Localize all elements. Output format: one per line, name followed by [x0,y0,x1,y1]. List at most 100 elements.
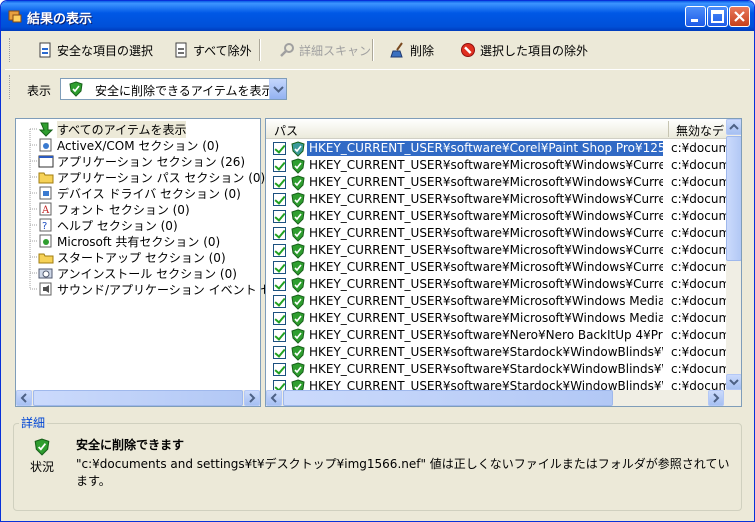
tree-item[interactable]: デバイス ドライバ セクション (0) [38,185,241,201]
row-checkbox[interactable] [273,363,286,376]
detail-scan-label: 詳細スキャン [299,43,372,58]
row-checkbox[interactable] [273,142,286,155]
tree-item-label: アンインストール セクション (0) [57,266,237,281]
maximize-icon [711,10,724,23]
column-divider[interactable] [668,121,669,137]
section-tree[interactable]: すべてのアイテムを表示 ActiveX/COM セクション (0) アプリケーション… [15,118,320,407]
shield-check-icon [34,438,50,456]
scroll-thumb[interactable] [726,136,741,261]
table-row[interactable]: HKEY_CURRENT_USER¥software¥Microsoft¥Win… [266,276,726,293]
row-checkbox[interactable] [273,329,286,342]
deselect-all-button[interactable]: すべて除外 [173,39,252,61]
tree-connector-lines [29,128,38,290]
shield-check-icon [291,311,305,327]
table-row[interactable]: HKEY_CURRENT_USER¥software¥Microsoft¥Win… [266,259,726,276]
maximize-button[interactable] [707,6,728,27]
table-row[interactable]: HKEY_CURRENT_USER¥software¥Microsoft¥Win… [266,174,726,191]
exclude-selected-label: 選択した項目の除外 [480,43,589,58]
row-checkbox[interactable] [273,346,286,359]
details-message: "c:¥documents and settings¥t¥デスクトップ¥img1… [76,457,730,488]
no-entry-icon [461,43,475,57]
table-row[interactable]: HKEY_CURRENT_USER¥software¥Microsoft¥Win… [266,242,726,259]
tree-item[interactable]: アプリケーション パス セクション (0) [38,169,265,185]
title-bar[interactable]: 結果の表示 [1,1,754,31]
tree-scroll-left-button[interactable] [16,390,32,406]
tree-item[interactable]: ? ヘルプ セクション (0) [38,217,178,233]
select-safe-button[interactable]: 安全な項目の選択 [37,39,153,61]
shield-check-icon [291,362,305,378]
tree-scroll-right-button[interactable] [244,390,260,406]
column-header-invalid-data[interactable]: 無効なデ [676,122,724,139]
table-row[interactable]: HKEY_CURRENT_USER¥software¥Microsoft¥Win… [266,208,726,225]
details-group-label: 詳細 [19,414,48,431]
row-path: HKEY_CURRENT_USER¥software¥Stardock¥Wind… [309,362,663,376]
table-row[interactable]: HKEY_CURRENT_USER¥software¥Microsoft¥Win… [266,310,726,327]
shield-check-icon [69,81,83,97]
table-row[interactable]: HKEY_CURRENT_USER¥software¥Microsoft¥Win… [266,293,726,310]
row-checkbox[interactable] [273,295,286,308]
row-path: HKEY_CURRENT_USER¥software¥Stardock¥Wind… [309,345,663,359]
exclude-selected-button[interactable]: 選択した項目の除外 [460,39,588,61]
row-path: HKEY_CURRENT_USER¥software¥Corel¥Paint S… [307,141,663,156]
tree-scroll-thumb[interactable] [33,390,243,406]
shield-check-icon [291,192,305,208]
scroll-left-button[interactable] [266,390,282,406]
results-list[interactable]: パス 無効なデ HKEY_CURRENT_USER¥software¥Corel… [265,118,742,407]
horizontal-scrollbar[interactable] [266,390,741,406]
row-checkbox[interactable] [273,312,286,325]
row-checkbox[interactable] [273,193,286,206]
scroll-down-button[interactable] [726,374,741,390]
details-title: 安全に削除できます [76,438,185,452]
row-checkbox[interactable] [273,159,286,172]
table-row[interactable]: HKEY_CURRENT_USER¥software¥Microsoft¥Win… [266,191,726,208]
row-invalid-data: c:¥docume [671,158,726,172]
table-row[interactable]: HKEY_CURRENT_USER¥software¥Microsoft¥Win… [266,225,726,242]
row-invalid-data: c:¥docume [671,311,726,325]
tree-item[interactable]: スタートアップ セクション (0) [38,249,226,265]
row-invalid-data: c:¥docume [671,175,726,189]
broom-icon [390,42,403,58]
row-checkbox[interactable] [273,278,286,291]
scroll-up-button[interactable] [726,119,741,135]
results-window: 結果の表示 安全な項目の選択 すべて除外 詳細スキャン 削除 選択した項目の除外… [0,0,755,522]
dropdown-button[interactable] [269,79,286,99]
table-row[interactable]: HKEY_CURRENT_USER¥software¥Corel¥Paint S… [266,140,726,157]
view-bar: 表示 安全に削除できるアイテムを表示 [5,69,750,107]
row-checkbox[interactable] [273,244,286,257]
chevron-down-icon [273,86,284,93]
view-filter-select[interactable]: 安全に削除できるアイテムを表示 [60,78,287,100]
column-header-path[interactable]: パス [274,122,298,139]
scroll-right-button[interactable] [708,390,724,406]
tree-item[interactable]: すべてのアイテムを表示 [38,120,187,138]
minimize-button[interactable] [685,6,706,27]
table-row[interactable]: HKEY_CURRENT_USER¥software¥Stardock¥Wind… [266,361,726,378]
close-button[interactable] [729,6,750,27]
toolbar-grip[interactable] [9,38,12,62]
table-row[interactable]: HKEY_CURRENT_USER¥software¥Microsoft¥Win… [266,157,726,174]
row-invalid-data: c:¥docume [671,192,726,206]
row-checkbox[interactable] [273,176,286,189]
viewbar-grip[interactable] [9,75,12,99]
table-row[interactable]: HKEY_CURRENT_USER¥software¥Stardock¥Wind… [266,344,726,361]
scroll-thumb-horizontal[interactable] [283,390,613,406]
status-label: 状況 [30,460,55,474]
table-row[interactable]: HKEY_CURRENT_USER¥software¥Nero¥Nero Bac… [266,327,726,344]
tree-item[interactable]: アプリケーション セクション (26) [38,153,245,169]
row-path: HKEY_CURRENT_USER¥software¥Microsoft¥Win… [309,226,663,240]
vertical-scrollbar[interactable] [726,119,741,390]
delete-button[interactable]: 削除 [390,39,434,61]
app-icon [8,10,22,23]
tree-item[interactable]: A フォント セクション (0) [38,201,190,217]
row-invalid-data: c:¥docume [671,141,726,155]
tree-item[interactable]: Microsoft 共有セクション (0) [38,233,220,249]
row-checkbox[interactable] [273,227,286,240]
tree-item[interactable]: アンインストール セクション (0) [38,265,237,281]
toolbar-separator [259,39,261,61]
tree-horizontal-scrollbar[interactable] [16,390,260,406]
tree-item[interactable]: ActiveX/COM セクション (0) [38,137,219,153]
detail-scan-button[interactable]: 詳細スキャン [279,39,371,61]
tree-item-label: ActiveX/COM セクション (0) [57,138,220,153]
delete-label: 削除 [410,43,435,58]
row-checkbox[interactable] [273,210,286,223]
row-checkbox[interactable] [273,261,286,274]
